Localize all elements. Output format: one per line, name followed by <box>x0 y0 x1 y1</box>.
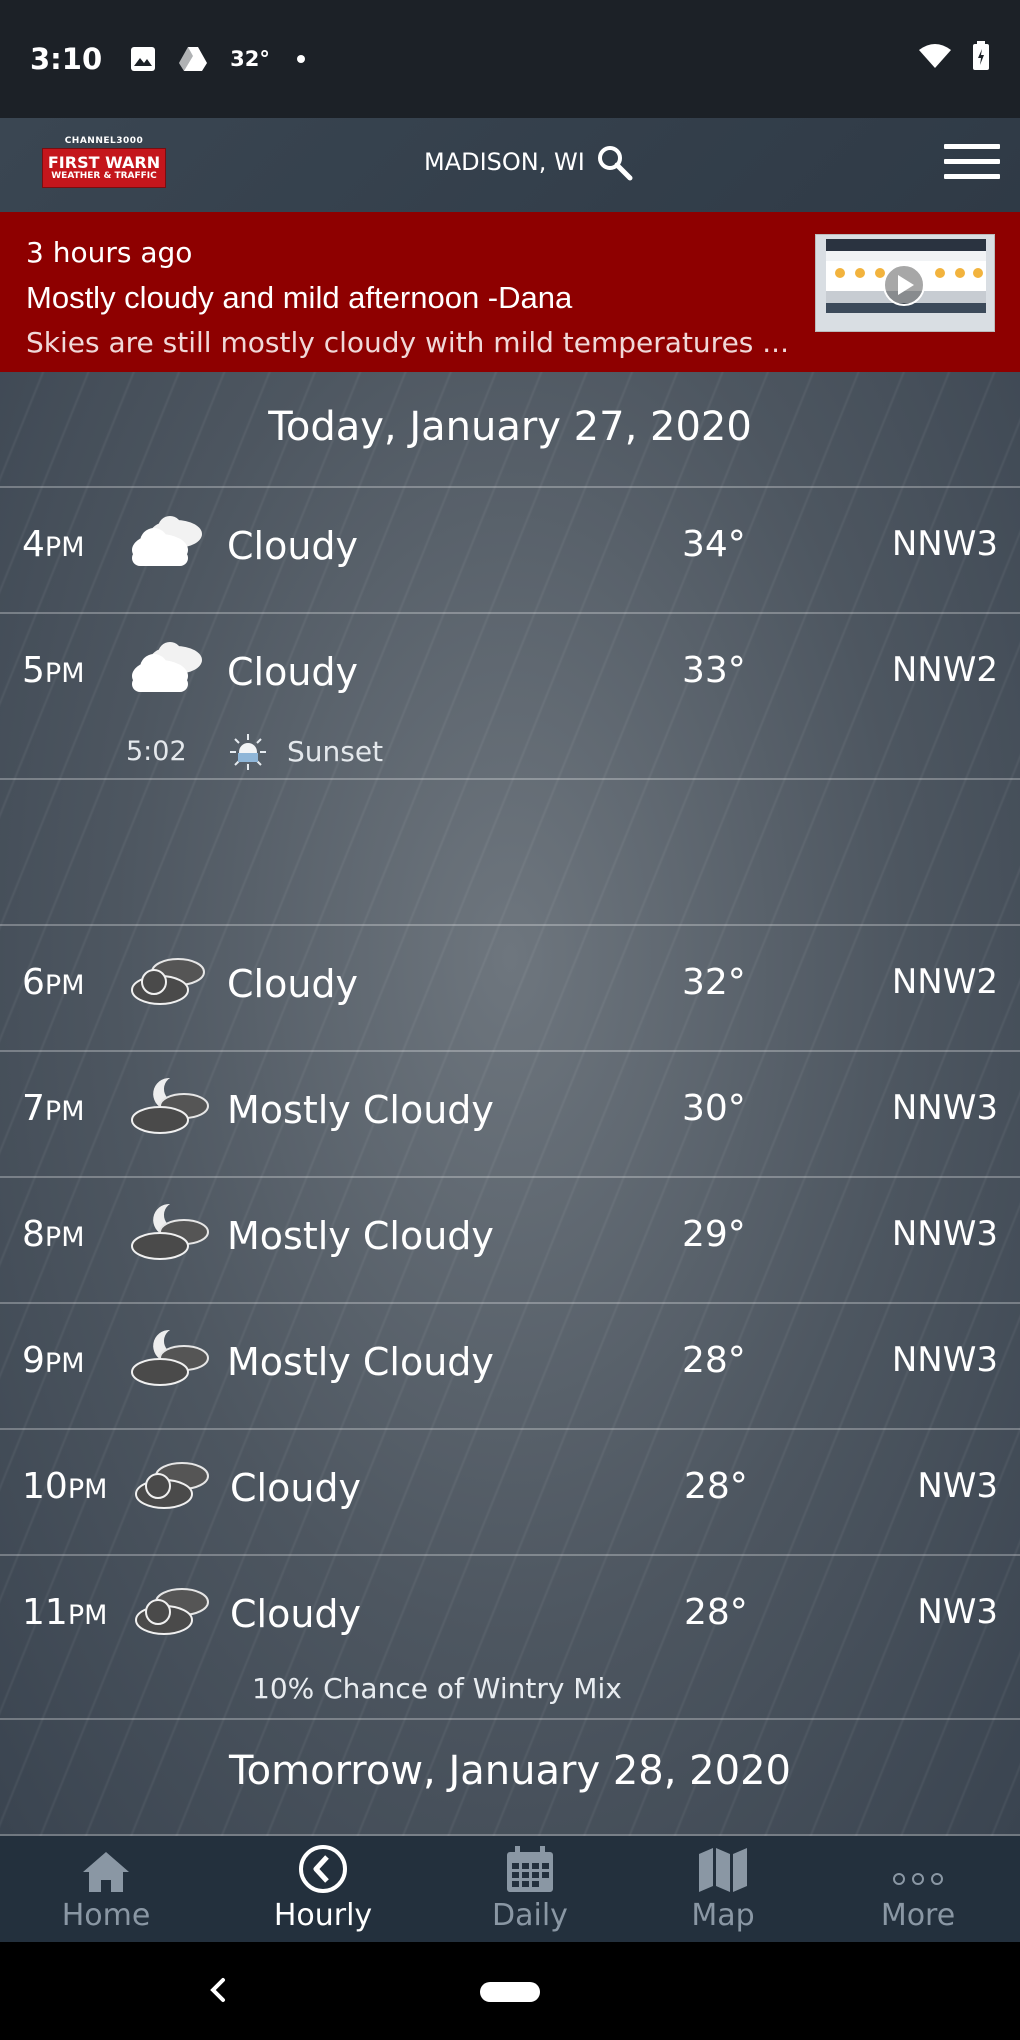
hour-row[interactable]: 7PM Mostly Cloudy 30° NNW3 <box>0 1052 1020 1176</box>
temperature: 28° <box>684 1466 748 1507</box>
wind: NNW3 <box>891 1088 998 1128</box>
hourly-forecast[interactable]: Today, January 27, 2020 4PM Cloudy 34° N… <box>0 372 1020 1836</box>
wind: NNW3 <box>891 1214 998 1254</box>
cloudy-night-icon <box>130 1452 214 1522</box>
search-icon[interactable] <box>596 144 634 186</box>
temperature: 34° <box>682 524 746 565</box>
wind: NNW2 <box>891 650 998 690</box>
temperature: 33° <box>682 650 746 691</box>
divider <box>0 778 1020 780</box>
mostly-cloudy-night-icon <box>126 1326 210 1396</box>
logo-line2: WEATHER & TRAFFIC <box>51 171 157 181</box>
hamburger-menu-icon[interactable] <box>944 144 1000 184</box>
wind: NW3 <box>917 1592 998 1632</box>
news-summary: Skies are still mostly cloudy with mild … <box>26 326 789 359</box>
clock-icon <box>258 1836 388 1894</box>
nav-hourly-label: Hourly <box>273 1898 373 1933</box>
hour-row[interactable]: 11PM Cloudy 28° NW3 <box>0 1556 1020 1680</box>
wifi-icon <box>918 43 952 76</box>
precip-note: 10% Chance of Wintry Mix <box>252 1672 622 1705</box>
condition-text: Cloudy <box>227 524 359 568</box>
sunset-label: Sunset <box>287 735 384 768</box>
condition-text: Mostly Cloudy <box>227 1088 494 1132</box>
day-header-today: Today, January 27, 2020 <box>268 404 752 450</box>
cloudy-night-icon <box>126 948 210 1018</box>
drive-notification-icon <box>178 46 208 72</box>
first-warn-logo[interactable]: CHANNEL3000 FIRST WARN WEATHER & TRAFFIC <box>42 136 166 194</box>
news-title[interactable]: Mostly cloudy and mild afternoon -Dana <box>26 280 572 316</box>
nav-daily[interactable]: Daily <box>466 1836 594 1942</box>
sunset-icon <box>228 732 268 776</box>
sunset-time: 5:02 <box>126 736 187 767</box>
more-dots-icon <box>862 1836 974 1894</box>
status-time: 3:10 <box>30 42 103 76</box>
nav-home[interactable]: Home <box>40 1836 172 1942</box>
wind: NNW3 <box>891 1340 998 1380</box>
nav-map[interactable]: Map <box>668 1836 778 1942</box>
wind: NNW2 <box>891 962 998 1002</box>
back-icon[interactable] <box>205 1972 231 2012</box>
hour-label: 10PM <box>22 1466 108 1507</box>
hour-label: 5PM <box>22 650 85 691</box>
condition-text: Cloudy <box>230 1466 362 1510</box>
nav-home-label: Home <box>61 1898 151 1933</box>
temperature: 28° <box>684 1592 748 1633</box>
home-icon <box>40 1836 172 1894</box>
hour-row[interactable]: 8PM Mostly Cloudy 29° NNW3 <box>0 1178 1020 1302</box>
divider <box>0 1718 1020 1720</box>
nav-more[interactable]: More <box>862 1836 974 1942</box>
hour-label: 4PM <box>22 524 85 565</box>
hour-row[interactable]: 6PM Cloudy 32° NNW2 <box>0 926 1020 1050</box>
hour-label: 9PM <box>22 1340 85 1381</box>
news-time: 3 hours ago <box>26 236 193 269</box>
hour-row[interactable]: 10PM Cloudy 28° NW3 <box>0 1430 1020 1554</box>
nav-map-label: Map <box>691 1898 755 1933</box>
hour-row[interactable]: 4PM Cloudy 34° NNW3 <box>0 488 1020 612</box>
home-gesture-pill[interactable] <box>480 1982 540 2002</box>
condition-text: Cloudy <box>227 650 359 694</box>
condition-text: Cloudy <box>230 1592 362 1636</box>
hour-label: 8PM <box>22 1214 85 1255</box>
wind: NW3 <box>917 1466 998 1506</box>
logo-line1: FIRST WARN <box>47 153 161 172</box>
bottom-nav: Home Hourly Daily Map More <box>0 1836 1020 1942</box>
nav-more-label: More <box>880 1898 956 1933</box>
hour-row[interactable]: 9PM Mostly Cloudy 28° NNW3 <box>0 1304 1020 1428</box>
temperature: 30° <box>682 1088 746 1129</box>
temperature: 29° <box>682 1214 746 1255</box>
hour-row[interactable]: 5PM Cloudy 33° NNW2 <box>0 614 1020 738</box>
hour-label: 6PM <box>22 962 85 1003</box>
hour-label: 11PM <box>22 1592 108 1633</box>
mostly-cloudy-night-icon <box>126 1074 210 1144</box>
cloudy-icon <box>126 636 210 706</box>
dot-icon <box>296 54 306 64</box>
video-thumbnail[interactable] <box>815 234 995 332</box>
day-header-tomorrow: Tomorrow, January 28, 2020 <box>229 1748 791 1794</box>
condition-text: Mostly Cloudy <box>227 1340 494 1384</box>
nav-hourly[interactable]: Hourly <box>258 1836 388 1942</box>
app-header: CHANNEL3000 FIRST WARN WEATHER & TRAFFIC… <box>0 118 1020 212</box>
nav-daily-label: Daily <box>492 1898 568 1933</box>
temperature: 28° <box>682 1340 746 1381</box>
system-nav-bar <box>0 1942 1020 2040</box>
hour-label: 7PM <box>22 1088 85 1129</box>
mostly-cloudy-night-icon <box>126 1200 210 1270</box>
condition-text: Cloudy <box>227 962 359 1006</box>
status-bar: 3:10 32° <box>0 0 1020 118</box>
battery-icon <box>972 40 990 78</box>
status-temp: 32° <box>230 47 270 71</box>
news-banner[interactable]: 3 hours ago Mostly cloudy and mild after… <box>0 212 1020 372</box>
location-label[interactable]: MADISON, WI <box>424 148 585 176</box>
logo-channel: CHANNEL3000 <box>64 136 144 146</box>
condition-text: Mostly Cloudy <box>227 1214 494 1258</box>
wind: NNW3 <box>891 524 998 564</box>
calendar-icon <box>466 1836 594 1894</box>
map-icon <box>668 1836 778 1894</box>
temperature: 32° <box>682 962 746 1003</box>
image-notification-icon <box>130 46 156 72</box>
cloudy-night-icon <box>130 1578 214 1648</box>
cloudy-icon <box>126 510 210 580</box>
